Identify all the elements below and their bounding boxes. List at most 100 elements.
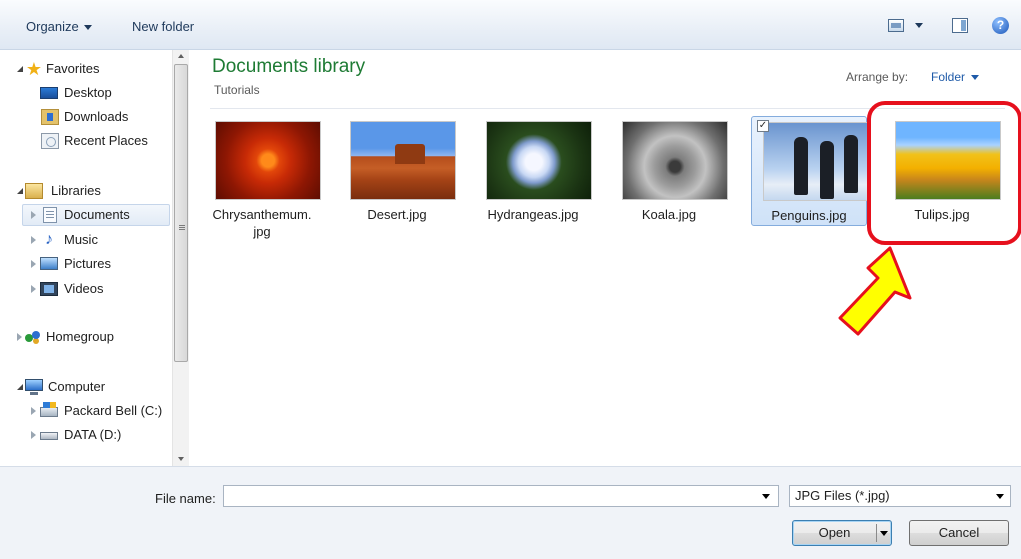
- help-icon[interactable]: ?: [992, 17, 1009, 34]
- preview-pane-icon[interactable]: [952, 18, 968, 33]
- file-tile-chrysanthemum[interactable]: Chrysanthemum. jpg: [204, 116, 321, 239]
- organize-label: Organize: [26, 19, 79, 34]
- arrange-by-label: Arrange by:: [846, 70, 909, 84]
- chevron-down-icon[interactable]: [762, 494, 770, 499]
- collapsed-arrow-icon[interactable]: [31, 260, 36, 268]
- desktop-icon: [40, 87, 58, 99]
- new-folder-button[interactable]: New folder: [128, 17, 198, 37]
- nav-item-label: Packard Bell (C:): [64, 403, 163, 418]
- nav-item-videos[interactable]: Videos: [0, 278, 170, 300]
- nav-item-label: Desktop: [64, 85, 112, 100]
- nav-libraries-label: Libraries: [51, 183, 101, 198]
- nav-item-downloads[interactable]: Downloads: [0, 106, 170, 128]
- nav-item-recent-places[interactable]: Recent Places: [0, 130, 170, 152]
- file-tile-penguins[interactable]: ✓ Penguins.jpg: [751, 116, 869, 226]
- collapsed-arrow-icon[interactable]: [31, 285, 36, 293]
- file-type-value: JPG Files (*.jpg): [795, 488, 890, 503]
- grip-icon: [179, 225, 185, 226]
- file-name-label: Penguins.jpg: [771, 208, 847, 223]
- library-subtitle: Tutorials: [214, 83, 260, 97]
- nav-item-label: Pictures: [64, 256, 111, 271]
- file-name-field-label: File name:: [155, 491, 216, 506]
- cancel-button[interactable]: Cancel: [909, 520, 1009, 546]
- nav-computer[interactable]: Computer: [0, 376, 170, 398]
- chevron-down-icon: [83, 25, 92, 31]
- nav-item-label: Recent Places: [64, 133, 148, 148]
- view-options-chevron-icon[interactable]: [915, 23, 923, 28]
- videos-icon: [40, 282, 58, 296]
- nav-item-label: Music: [64, 232, 98, 247]
- file-type-select[interactable]: JPG Files (*.jpg): [789, 485, 1011, 507]
- nav-item-pictures[interactable]: Pictures: [0, 253, 170, 275]
- button-divider: [876, 524, 877, 542]
- nav-item-label: Downloads: [64, 109, 129, 124]
- change-view-icon[interactable]: [888, 19, 904, 32]
- expanded-arrow-icon[interactable]: [17, 384, 23, 390]
- arrange-by-value: Folder: [931, 70, 966, 84]
- checkbox-checked-icon[interactable]: ✓: [757, 120, 769, 132]
- nav-homegroup[interactable]: Homegroup: [0, 326, 170, 348]
- pointer-arrow-icon: [838, 246, 912, 336]
- scroll-down-arrow-icon[interactable]: [178, 457, 184, 461]
- open-options-chevron-icon[interactable]: [880, 531, 888, 536]
- file-name-label: Chrysanthemum. jpg: [204, 206, 320, 240]
- koala-thumbnail: [622, 121, 728, 200]
- chrysanthemum-thumbnail: [215, 121, 321, 200]
- file-name-label: Hydrangeas.jpg: [487, 207, 579, 222]
- nav-computer-label: Computer: [48, 379, 106, 394]
- file-tile-koala[interactable]: Koala.jpg: [611, 116, 728, 226]
- desert-thumbnail: [350, 121, 456, 200]
- chevron-down-icon: [971, 75, 980, 81]
- file-name-input[interactable]: [223, 485, 779, 507]
- collapsed-arrow-icon[interactable]: [31, 236, 36, 244]
- file-dialog-footer: File name: JPG Files (*.jpg) Open Cancel: [0, 466, 1021, 559]
- file-name-label: Koala.jpg: [641, 207, 697, 222]
- penguins-thumbnail: [763, 122, 869, 201]
- organize-button[interactable]: Organize: [22, 17, 96, 37]
- toolbar: Organize New folder ?: [0, 0, 1021, 50]
- file-name-line-1: Chrysanthemum.: [212, 207, 312, 222]
- nav-item-music[interactable]: ♪ Music: [0, 229, 170, 251]
- pictures-icon: [40, 257, 58, 270]
- nav-item-desktop[interactable]: Desktop: [0, 82, 170, 104]
- nav-favorites-label: Favorites: [46, 61, 100, 76]
- file-name-label: Desert.jpg: [367, 207, 427, 222]
- collapsed-arrow-icon[interactable]: [17, 333, 22, 341]
- nav-favorites[interactable]: ★ Favorites: [0, 58, 170, 80]
- scrollbar-thumb[interactable]: [174, 64, 188, 362]
- downloads-icon: [41, 109, 59, 125]
- open-split-button[interactable]: Open: [792, 520, 892, 546]
- file-tile-hydrangeas[interactable]: Hydrangeas.jpg: [475, 116, 592, 226]
- scroll-up-arrow-icon[interactable]: [178, 54, 184, 58]
- libraries-icon: [25, 183, 43, 199]
- drive-c-icon: [40, 402, 58, 417]
- homegroup-icon: [24, 329, 42, 345]
- arrange-by-dropdown[interactable]: Folder: [931, 70, 980, 84]
- nav-item-label: DATA (D:): [64, 427, 122, 442]
- favorites-star-icon: ★: [25, 59, 43, 79]
- nav-item-drive-d[interactable]: DATA (D:): [0, 424, 170, 446]
- nav-item-documents[interactable]: Documents: [22, 204, 170, 226]
- nav-item-drive-c[interactable]: Packard Bell (C:): [0, 400, 170, 422]
- open-button[interactable]: Open: [793, 521, 876, 545]
- nav-item-label: Videos: [64, 281, 104, 296]
- navigation-pane: ★ Favorites Desktop Downloads Recent Pla…: [0, 50, 172, 466]
- chevron-down-icon: [996, 494, 1004, 499]
- hydrangeas-thumbnail: [486, 121, 592, 200]
- file-name-line-2: jpg: [253, 224, 271, 239]
- collapsed-arrow-icon[interactable]: [31, 211, 36, 219]
- nav-scrollbar[interactable]: [172, 50, 189, 466]
- computer-icon: [25, 379, 43, 395]
- collapsed-arrow-icon[interactable]: [31, 407, 36, 415]
- nav-homegroup-label: Homegroup: [46, 329, 114, 344]
- library-title: Documents library: [212, 56, 366, 77]
- expanded-arrow-icon[interactable]: [17, 66, 23, 72]
- collapsed-arrow-icon[interactable]: [31, 431, 36, 439]
- highlight-ring: [867, 101, 1021, 245]
- recent-places-icon: [41, 133, 59, 149]
- nav-item-label: Documents: [64, 207, 130, 222]
- nav-libraries[interactable]: Libraries: [0, 180, 170, 202]
- drive-d-icon: [40, 432, 58, 440]
- file-tile-desert[interactable]: Desert.jpg: [339, 116, 456, 226]
- expanded-arrow-icon[interactable]: [17, 188, 23, 194]
